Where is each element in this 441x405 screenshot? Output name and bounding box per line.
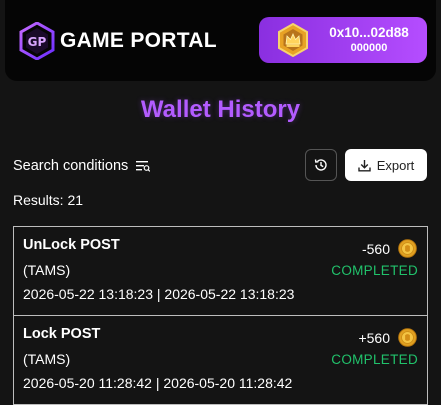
gp-logo-icon: GP — [19, 22, 55, 60]
transaction-row[interactable]: Lock POST (TAMS) 2026-05-20 11:28:42 | 2… — [13, 315, 428, 405]
transaction-token: (TAMS) — [23, 351, 71, 367]
history-button[interactable] — [305, 149, 337, 181]
results-count: Results: 21 — [13, 192, 84, 208]
logo-text: GAME PORTAL — [60, 29, 217, 52]
transaction-dates: 2026-05-20 11:28:42 | 2026-05-20 11:28:4… — [23, 375, 293, 391]
transaction-status: COMPLETED — [331, 352, 418, 367]
header: GP GAME PORTAL 0x10...02d88 000000 — [5, 0, 436, 81]
export-label: Export — [376, 157, 415, 173]
transaction-type: UnLock POST — [23, 237, 120, 253]
app-root: GP GAME PORTAL 0x10...02d88 000000 Walle… — [0, 0, 441, 405]
crown-badge-icon — [278, 23, 308, 57]
coin-icon — [398, 239, 417, 258]
export-button[interactable]: Export — [345, 149, 427, 181]
page-title: Wallet History — [140, 96, 301, 123]
logo[interactable]: GP GAME PORTAL — [19, 22, 217, 60]
wallet-balance: 000000 — [350, 42, 388, 54]
download-icon — [358, 159, 371, 172]
transaction-row[interactable]: UnLock POST (TAMS) 2026-05-22 13:18:23 |… — [13, 226, 428, 316]
history-icon — [314, 159, 327, 171]
search-conditions-label: Search conditions — [13, 158, 129, 174]
filter-list-icon — [136, 161, 151, 172]
transaction-status: COMPLETED — [331, 263, 418, 278]
transaction-amount: +560 — [358, 330, 390, 346]
transaction-list: UnLock POST (TAMS) 2026-05-22 13:18:23 |… — [13, 226, 428, 405]
svg-text:GP: GP — [28, 35, 47, 49]
transaction-type: Lock POST — [23, 326, 101, 342]
transaction-amount: -560 — [361, 241, 390, 257]
search-conditions-toggle[interactable]: Search conditions — [13, 156, 151, 176]
wallet-info: 0x10...02d88 000000 — [319, 24, 419, 55]
coin-icon — [398, 328, 417, 347]
transaction-token: (TAMS) — [23, 262, 71, 278]
wallet-button[interactable]: 0x10...02d88 000000 — [259, 17, 427, 63]
wallet-address: 0x10...02d88 — [329, 25, 409, 40]
transaction-dates: 2026-05-22 13:18:23 | 2026-05-22 13:18:2… — [23, 286, 295, 302]
